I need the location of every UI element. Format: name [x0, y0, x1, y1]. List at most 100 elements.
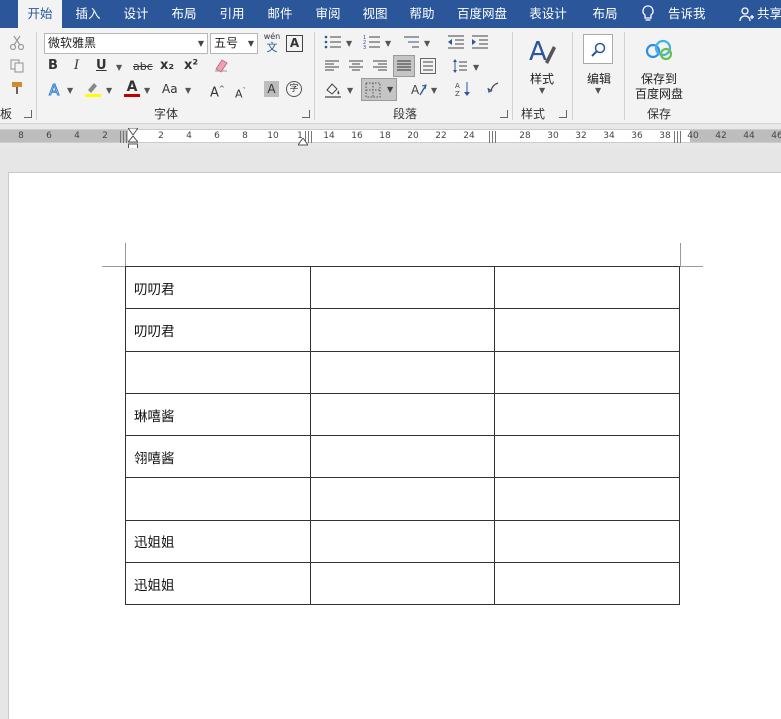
table-cell[interactable] [310, 392, 495, 437]
line-spacing-icon[interactable] [452, 58, 468, 74]
tab-table-design[interactable]: 表设计 [524, 0, 572, 28]
subscript-button[interactable]: x₂ [160, 58, 174, 74]
align-center-icon[interactable] [348, 59, 364, 73]
share-button[interactable]: 共享 [757, 0, 781, 28]
chevron-down-icon[interactable]: ▼ [473, 63, 479, 72]
tab-layout[interactable]: 布局 [164, 0, 204, 28]
lightbulb-icon[interactable] [641, 5, 655, 23]
table-cell[interactable]: 琳嘻酱 [125, 392, 311, 437]
align-left-icon[interactable] [324, 59, 340, 73]
table-cell[interactable] [494, 562, 680, 606]
table-cell[interactable] [125, 477, 311, 521]
change-case-button[interactable]: Aa [162, 81, 178, 97]
superscript-button[interactable]: x² [184, 58, 198, 74]
table-cell[interactable] [494, 308, 680, 352]
ruler-column-marker[interactable] [489, 131, 498, 143]
table-cell[interactable] [310, 308, 495, 352]
table-cell[interactable] [494, 350, 680, 394]
chevron-down-icon[interactable]: ▼ [347, 86, 353, 95]
tab-table-layout[interactable]: 布局 [585, 0, 625, 28]
enclose-characters-button[interactable]: 字 [286, 81, 302, 97]
chevron-down-icon[interactable]: ▼ [185, 86, 191, 95]
table-cell[interactable] [310, 562, 495, 606]
font-color-icon[interactable]: A [123, 80, 141, 98]
font-name-combobox[interactable]: 微软雅黑 ▼ [44, 33, 208, 54]
save-to-baidu-button[interactable]: 保存到 百度网盘 [632, 32, 686, 101]
tab-home[interactable]: 开始 [18, 0, 62, 28]
tell-me-search[interactable]: 告诉我 [668, 0, 706, 28]
table-cell[interactable] [310, 265, 495, 310]
styles-launcher[interactable] [559, 110, 567, 118]
tab-view[interactable]: 视图 [355, 0, 395, 28]
character-shading-button[interactable]: A [264, 81, 279, 97]
right-indent-marker[interactable] [297, 136, 309, 146]
table-cell[interactable] [310, 435, 495, 479]
font-launcher[interactable] [302, 110, 310, 118]
ruler-column-marker[interactable] [674, 131, 683, 143]
tab-help[interactable]: 帮助 [402, 0, 442, 28]
justify-button[interactable] [393, 55, 415, 77]
bullets-icon[interactable] [324, 34, 342, 50]
borders-button[interactable]: ▼ [361, 78, 397, 101]
paragraph-launcher[interactable] [500, 110, 508, 118]
distributed-icon[interactable] [420, 58, 436, 74]
format-painter-icon[interactable] [9, 80, 25, 96]
underline-button[interactable]: U [96, 58, 107, 74]
table-cell[interactable] [125, 350, 311, 394]
tab-insert[interactable]: 插入 [68, 0, 108, 28]
text-effects-icon[interactable]: A [47, 81, 63, 100]
font-size-combobox[interactable]: 五号 ▼ [210, 33, 258, 54]
character-border-button[interactable]: A [286, 35, 303, 52]
table-cell[interactable] [494, 265, 680, 310]
table-cell[interactable]: 迅姐姐 [125, 519, 311, 564]
shading-icon[interactable] [324, 81, 342, 99]
shrink-font-button[interactable]: Aˇ [235, 83, 246, 103]
table-cell[interactable] [310, 519, 495, 564]
tab-mailings[interactable]: 邮件 [260, 0, 300, 28]
align-right-icon[interactable] [372, 59, 388, 73]
cut-icon[interactable] [9, 35, 25, 51]
table-cell[interactable] [494, 392, 680, 437]
chevron-down-icon[interactable]: ▼ [106, 86, 112, 95]
chevron-down-icon[interactable]: ▼ [431, 86, 437, 95]
first-line-indent-marker[interactable] [127, 125, 139, 136]
tab-design[interactable]: 设计 [116, 0, 156, 28]
chevron-down-icon[interactable]: ▼ [424, 39, 430, 48]
chevron-down-icon[interactable]: ▼ [116, 63, 122, 72]
numbering-icon[interactable]: 123 [363, 34, 381, 51]
table-cell[interactable]: 叨叨君 [125, 308, 311, 352]
table-cell[interactable]: 迅姐姐 [125, 562, 311, 606]
copy-icon[interactable] [9, 58, 25, 74]
chevron-down-icon[interactable]: ▼ [67, 86, 73, 95]
table-cell[interactable] [494, 519, 680, 564]
decrease-indent-icon[interactable] [447, 34, 465, 50]
grow-font-button[interactable]: A^ [210, 81, 225, 101]
multilevel-list-icon[interactable] [402, 34, 420, 50]
clear-formatting-icon[interactable] [213, 57, 229, 73]
chevron-down-icon[interactable]: ▼ [144, 86, 150, 95]
table-cell[interactable] [494, 477, 680, 521]
document-table[interactable]: 叨叨君 叨叨君 琳嘻酱 翎嘻酱 迅姐姐 迅姐姐 [125, 265, 680, 606]
styles-gallery-button[interactable]: A 样式 ▼ [522, 32, 562, 100]
table-cell[interactable] [310, 477, 495, 521]
bold-button[interactable]: B [48, 58, 58, 74]
table-cell[interactable]: 翎嘻酱 [125, 435, 311, 479]
highlight-color-icon[interactable] [84, 80, 102, 98]
table-cell[interactable] [310, 350, 495, 394]
chevron-down-icon[interactable]: ▼ [385, 39, 391, 48]
increase-indent-icon[interactable] [471, 34, 489, 50]
chevron-down-icon[interactable]: ▼ [346, 39, 352, 48]
tab-baidu-netdisk[interactable]: 百度网盘 [451, 0, 513, 28]
strikethrough-button[interactable]: abc [133, 59, 153, 75]
table-cell[interactable] [494, 435, 680, 479]
editing-button[interactable]: 编辑 ▼ [580, 32, 618, 100]
italic-button[interactable]: I [74, 58, 79, 74]
tab-references[interactable]: 引用 [212, 0, 252, 28]
phonetic-guide-button[interactable]: wén 文 [262, 32, 282, 56]
tab-review[interactable]: 审阅 [308, 0, 348, 28]
show-marks-icon[interactable] [486, 81, 500, 97]
share-person-icon[interactable] [738, 6, 754, 22]
chinese-layout-icon[interactable]: A [410, 81, 428, 99]
sort-icon[interactable]: AZ [454, 80, 472, 98]
clipboard-launcher[interactable] [24, 110, 32, 118]
